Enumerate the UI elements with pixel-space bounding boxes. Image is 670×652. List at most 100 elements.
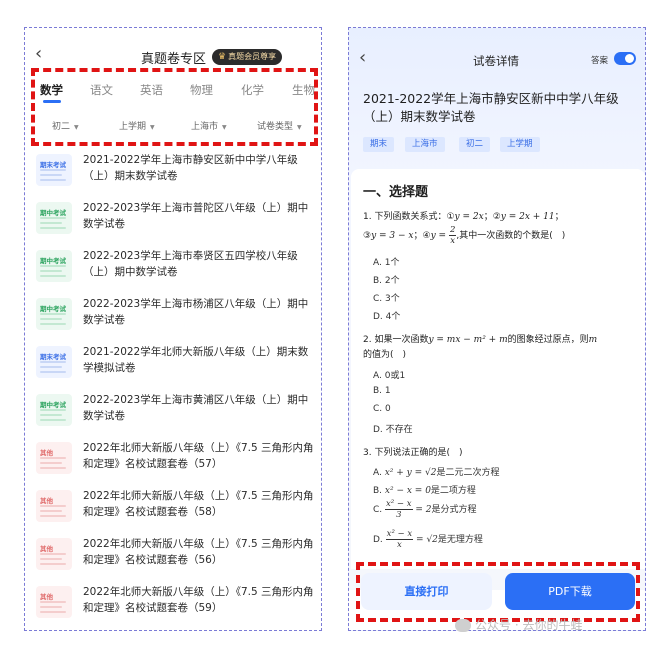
tab-english[interactable]: 英语 — [140, 82, 163, 98]
q1-sep2: ； — [554, 212, 564, 222]
page-title: 真题卷专区 — [141, 52, 207, 67]
question-2-line2: 的值为( ) — [363, 350, 407, 360]
q3-d-num: x² − x — [385, 529, 414, 540]
paper-thumbnail: 其他 — [36, 442, 72, 474]
q3-d-prefix: D. — [373, 535, 386, 545]
thumbnail-tag: 其他 — [40, 497, 53, 505]
tag-semester: 上学期 — [500, 137, 540, 152]
caret-down-icon: ▼ — [150, 124, 155, 131]
tag-exam-type: 期末 — [363, 137, 395, 152]
question-card: 一、选择题 1. 下列函数关系式：①y = 2x；②y = 2x + 11； ③… — [351, 169, 645, 569]
paper-title: 2022年北师大新版八年级（上）《7.5 三角形内角和定理》名校试题套卷（58） — [83, 490, 314, 518]
q3-d-den: x — [397, 540, 402, 550]
crown-icon: ♛ — [218, 52, 227, 62]
q3-c-prefix: C. — [373, 505, 386, 515]
list-item[interactable]: 期中考试 2022-2023学年上海市杨浦区八年级（上）期中数学试卷 — [25, 294, 321, 342]
q1-tail: ,其中一次函数的个数是( ) — [456, 231, 566, 241]
tab-chemistry[interactable]: 化学 — [241, 82, 264, 98]
paper-thumbnail: 期中考试 — [36, 250, 72, 282]
list-item[interactable]: 其他 2022年北师大新版八年级（上）《7.5 三角形内角和定理》名校试题套卷（… — [25, 582, 321, 630]
paper-thumbnail: 期中考试 — [36, 202, 72, 234]
answer-toggle[interactable] — [614, 52, 636, 65]
q2-eq: y = mx − m² + m — [428, 335, 508, 345]
active-tab-indicator — [43, 100, 61, 103]
thumbnail-tag: 其他 — [40, 545, 53, 553]
tab-physics[interactable]: 物理 — [190, 82, 213, 98]
q3-option-a[interactable]: A. x² + y = √2是二元二次方程 — [373, 465, 500, 478]
q3-a-prefix: A. — [373, 468, 385, 478]
filter-semester[interactable]: 上学期 ▼ — [119, 119, 155, 136]
paper-thumbnail: 其他 — [36, 490, 72, 522]
filter-paper-type[interactable]: 试卷类型 ▼ — [257, 119, 302, 136]
back-chevron-icon[interactable]: ‹ — [359, 48, 377, 68]
vip-badge[interactable]: ♛ 真题会员尊享 — [212, 49, 283, 65]
q2-option-d[interactable]: D. 不存在 — [373, 422, 413, 435]
list-item[interactable]: 期中考试 2022-2023学年上海市普陀区八年级（上）期中数学试卷 — [25, 198, 321, 246]
q1-eq1: y = 2x — [454, 212, 484, 222]
thumbnail-tag: 期中考试 — [40, 209, 66, 217]
question-3: 3. 下列说法正确的是( ) — [363, 448, 463, 458]
filter-region-label: 上海市 — [191, 122, 219, 132]
q1-eq2: y = 2x + 11 — [500, 212, 555, 222]
pdf-download-button[interactable]: PDF下载 — [505, 573, 635, 610]
q3-c-num: x² − x — [385, 499, 413, 510]
list-item[interactable]: 其他 2022年北师大新版八年级（上）《7.5 三角形内角和定理》名校试题套卷（… — [25, 438, 321, 486]
back-chevron-icon[interactable]: ‹ — [35, 44, 53, 64]
q2-option-c[interactable]: C. 0 — [373, 404, 391, 414]
list-item[interactable]: 期中考试 2022-2023学年上海市黄浦区八年级（上）期中数学试卷 — [25, 390, 321, 438]
q3-a-eq: x² + y = √2 — [384, 468, 437, 478]
paper-thumbnail: 其他 — [36, 586, 72, 618]
caret-down-icon: ▼ — [74, 124, 79, 131]
filter-grade[interactable]: 初二 ▼ — [52, 119, 79, 136]
paper-title: 2021-2022学年北师大新版八年级（上）期末数学模拟试卷 — [83, 346, 309, 374]
paper-title: 2022年北师大新版八年级（上）《7.5 三角形内角和定理》名校试题套卷（56） — [83, 538, 314, 566]
q3-option-b[interactable]: B. x² − x = 0是二项方程 — [373, 483, 476, 496]
toggle-knob — [625, 54, 634, 63]
q3-c-tail: 是分式方程 — [431, 505, 477, 515]
tag-region: 上海市 — [405, 137, 445, 152]
q3-b-prefix: B. — [373, 486, 385, 496]
paper-title: 2022-2023学年上海市奉贤区五四学校八年级（上）期中数学试卷 — [83, 250, 298, 278]
q1-option-a[interactable]: A. 1个 — [373, 255, 399, 268]
thumbnail-tag: 期末考试 — [40, 161, 66, 169]
q3-b-eq: x² − x = 0 — [384, 486, 431, 496]
thumbnail-tag: 期中考试 — [40, 305, 66, 313]
q3-d-fraction: x² − xx — [385, 529, 414, 550]
thumbnail-tag: 期末考试 — [40, 353, 66, 361]
list-item[interactable]: 其他 2022年北师大新版八年级（上）《7.5 三角形内角和定理》名校试题套卷（… — [25, 486, 321, 534]
q1-option-c[interactable]: C. 3个 — [373, 291, 400, 304]
thumbnail-tag: 期中考试 — [40, 257, 66, 265]
q1-text: 1. 下列函数关系式：① — [363, 212, 455, 222]
print-button[interactable]: 直接打印 — [361, 573, 492, 610]
q2-text: 2. 如果一次函数 — [363, 335, 429, 345]
list-item[interactable]: 期中考试 2022-2023学年上海市奉贤区五四学校八年级（上）期中数学试卷 — [25, 246, 321, 294]
list-item[interactable]: 期末考试 2021-2022学年北师大新版八年级（上）期末数学模拟试卷 — [25, 342, 321, 390]
answer-toggle-label: 答案 — [591, 56, 609, 66]
q1-option-b[interactable]: B. 2个 — [373, 273, 400, 286]
paper-thumbnail: 期中考试 — [36, 298, 72, 330]
q1-eq4: y = — [430, 231, 449, 241]
q2-option-b[interactable]: B. 1 — [373, 386, 391, 396]
q3-d-tail: 是无理方程 — [437, 535, 483, 545]
paper-title: 2022年北师大新版八年级（上）《7.5 三角形内角和定理》名校试题套卷（57） — [83, 442, 314, 470]
filter-region[interactable]: 上海市 ▼ — [191, 119, 227, 136]
q3-option-c[interactable]: C. x² − x3 = 2是分式方程 — [373, 499, 477, 520]
q3-option-d[interactable]: D. x² − xx = √2是无理方程 — [373, 529, 483, 550]
q3-d-eq: = √2 — [413, 535, 438, 545]
list-item[interactable]: 其他 2022年北师大新版八年级（上）《7.5 三角形内角和定理》名校试题套卷（… — [25, 534, 321, 582]
list-item[interactable]: 期末考试 2021-2022学年上海市静安区新中中学八年级（上）期末数学试卷 — [25, 150, 321, 198]
vip-badge-label: 真题会员尊享 — [228, 52, 277, 61]
paper-thumbnail: 期末考试 — [36, 154, 72, 186]
q1-sep1: ；② — [483, 212, 501, 222]
tab-math[interactable]: 数学 — [40, 82, 63, 98]
tab-biology[interactable]: 生物 — [292, 82, 315, 98]
q2-option-a[interactable]: A. 0或1 — [373, 368, 405, 381]
q1-option-d[interactable]: D. 4个 — [373, 309, 400, 322]
tab-chinese[interactable]: 语文 — [90, 82, 113, 98]
q1-eq3: y = 3 − x — [371, 231, 414, 241]
q3-a-tail: 是二元二次方程 — [436, 468, 500, 478]
q3-b-tail: 是二项方程 — [430, 486, 476, 496]
exam-list-screen: ‹ 真题卷专区 ♛ 真题会员尊享 数学 语文 英语 物理 化学 生物 初二 ▼ 上学… — [24, 27, 322, 631]
thumbnail-tag: 其他 — [40, 593, 53, 601]
paper-title: 2021-2022学年上海市静安区新中中学八年级（上）期末数学试卷 — [363, 91, 619, 124]
